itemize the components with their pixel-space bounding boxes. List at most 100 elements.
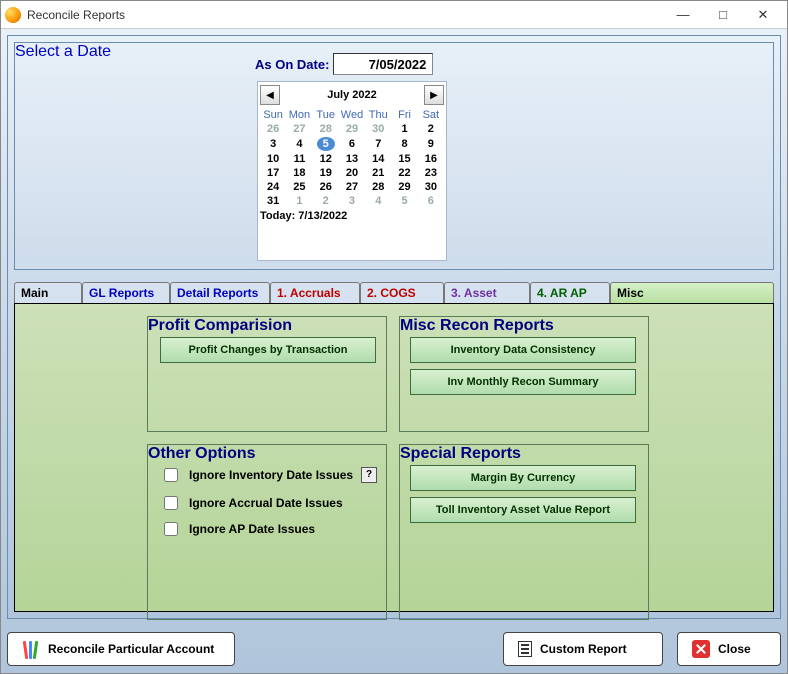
calendar-day[interactable]: 23 <box>418 166 444 180</box>
app-icon <box>5 7 21 23</box>
calendar-day[interactable]: 27 <box>286 122 312 136</box>
report-icon <box>518 641 532 657</box>
bottom-bar: Reconcile Particular Account Custom Repo… <box>7 631 781 667</box>
tab-misc[interactable]: Misc <box>610 282 774 303</box>
calendar-day[interactable]: 30 <box>365 122 391 136</box>
calendar-day[interactable]: 26 <box>260 122 286 136</box>
other-options-legend: Other Options <box>148 445 256 462</box>
calendar-day[interactable]: 25 <box>286 180 312 194</box>
other-options-group: Other Options Ignore Inventory Date Issu… <box>147 444 387 620</box>
calendar-grid: SunMonTueWedThuFriSat 262728293012345678… <box>260 108 444 208</box>
profit-comparison-group: Profit Comparision Profit Changes by Tra… <box>147 316 387 432</box>
calendar-day[interactable]: 27 <box>339 180 365 194</box>
calendar-day[interactable]: 31 <box>260 194 286 208</box>
as-on-date-label: As On Date: <box>255 57 329 72</box>
custom-report-button[interactable]: Custom Report <box>503 632 663 666</box>
calendar-prev-button[interactable]: ◀ <box>260 85 280 105</box>
app-window: Reconcile Reports — □ ✕ Select a Date As… <box>0 0 788 674</box>
margin-by-currency-button[interactable]: Margin By Currency <box>410 465 636 491</box>
tab-detail-reports[interactable]: Detail Reports <box>170 282 270 303</box>
calendar-day[interactable]: 2 <box>313 194 339 208</box>
calendar-day[interactable]: 15 <box>391 152 417 166</box>
calendar-day[interactable]: 29 <box>339 122 365 136</box>
calendar-next-button[interactable]: ▶ <box>424 85 444 105</box>
calendar-day[interactable]: 9 <box>418 136 444 152</box>
calendar-day[interactable]: 7 <box>365 136 391 152</box>
special-reports-legend: Special Reports <box>400 445 521 462</box>
tab-main[interactable]: Main <box>14 282 82 303</box>
client-area: Select a Date As On Date: ◀ July 2022 ▶ … <box>1 29 787 673</box>
calendar-day[interactable]: 5 <box>391 194 417 208</box>
calendar-day[interactable]: 19 <box>313 166 339 180</box>
calendar-day-header: Thu <box>365 108 391 122</box>
inv-monthly-recon-button[interactable]: Inv Monthly Recon Summary <box>410 369 636 395</box>
pencils-icon <box>22 639 40 659</box>
calendar-day[interactable]: 11 <box>286 152 312 166</box>
window-title: Reconcile Reports <box>27 8 663 22</box>
select-date-legend: Select a Date <box>15 43 111 60</box>
close-button[interactable]: Close <box>677 632 781 666</box>
close-window-button[interactable]: ✕ <box>743 3 783 27</box>
misc-recon-group: Misc Recon Reports Inventory Data Consis… <box>399 316 649 432</box>
special-reports-group: Special Reports Margin By Currency Toll … <box>399 444 649 620</box>
tab-cogs[interactable]: 2. COGS <box>360 282 444 303</box>
ignore-accrual-date-checkbox[interactable] <box>164 496 178 510</box>
ignore-ap-date-checkbox[interactable] <box>164 522 178 536</box>
inventory-consistency-button[interactable]: Inventory Data Consistency <box>410 337 636 363</box>
calendar-day[interactable]: 6 <box>418 194 444 208</box>
calendar-day[interactable]: 12 <box>313 152 339 166</box>
calendar-day[interactable]: 18 <box>286 166 312 180</box>
calendar-day[interactable]: 1 <box>391 122 417 136</box>
ignore-accrual-date-label: Ignore Accrual Date Issues <box>189 496 343 510</box>
profit-comparison-legend: Profit Comparision <box>148 317 292 334</box>
calendar: ◀ July 2022 ▶ SunMonTueWedThuFriSat 2627… <box>257 81 447 261</box>
titlebar: Reconcile Reports — □ ✕ <box>1 1 787 29</box>
minimize-button[interactable]: — <box>663 3 703 27</box>
calendar-day[interactable]: 8 <box>391 136 417 152</box>
calendar-day[interactable]: 1 <box>286 194 312 208</box>
calendar-day[interactable]: 16 <box>418 152 444 166</box>
calendar-day[interactable]: 13 <box>339 152 365 166</box>
calendar-day[interactable]: 6 <box>339 136 365 152</box>
tab-asset[interactable]: 3. Asset <box>444 282 530 303</box>
calendar-day[interactable]: 2 <box>418 122 444 136</box>
ignore-inventory-date-label: Ignore Inventory Date Issues <box>189 468 353 482</box>
calendar-day[interactable]: 28 <box>365 180 391 194</box>
misc-recon-legend: Misc Recon Reports <box>400 317 554 334</box>
calendar-day[interactable]: 4 <box>286 136 312 152</box>
tab-accruals[interactable]: 1. Accruals <box>270 282 360 303</box>
calendar-today-label[interactable]: Today: 7/13/2022 <box>260 208 444 222</box>
calendar-day[interactable]: 26 <box>313 180 339 194</box>
calendar-day[interactable]: 5 <box>313 136 339 152</box>
maximize-button[interactable]: □ <box>703 3 743 27</box>
tab-gl-reports[interactable]: GL Reports <box>82 282 170 303</box>
calendar-day[interactable]: 28 <box>313 122 339 136</box>
tab-ar-ap[interactable]: 4. AR AP <box>530 282 610 303</box>
reconcile-account-button[interactable]: Reconcile Particular Account <box>7 632 235 666</box>
calendar-day[interactable]: 30 <box>418 180 444 194</box>
calendar-day[interactable]: 10 <box>260 152 286 166</box>
custom-report-label: Custom Report <box>540 642 627 656</box>
calendar-day[interactable]: 29 <box>391 180 417 194</box>
reconcile-account-label: Reconcile Particular Account <box>48 642 214 656</box>
select-date-fieldset: Select a Date As On Date: ◀ July 2022 ▶ … <box>14 42 774 270</box>
calendar-day[interactable]: 24 <box>260 180 286 194</box>
close-label: Close <box>718 642 751 656</box>
calendar-day-header: Sun <box>260 108 286 122</box>
profit-changes-button[interactable]: Profit Changes by Transaction <box>160 337 376 363</box>
calendar-month-label: July 2022 <box>327 89 377 101</box>
calendar-day[interactable]: 21 <box>365 166 391 180</box>
close-icon <box>692 640 710 658</box>
tab-body-misc: Profit Comparision Profit Changes by Tra… <box>14 304 774 612</box>
ignore-inventory-date-checkbox[interactable] <box>164 468 178 482</box>
calendar-day[interactable]: 22 <box>391 166 417 180</box>
as-on-date-input[interactable] <box>333 53 433 75</box>
ignore-inventory-help-button[interactable]: ? <box>361 467 377 483</box>
calendar-day[interactable]: 14 <box>365 152 391 166</box>
calendar-day[interactable]: 20 <box>339 166 365 180</box>
calendar-day[interactable]: 3 <box>260 136 286 152</box>
toll-inventory-button[interactable]: Toll Inventory Asset Value Report <box>410 497 636 523</box>
calendar-day[interactable]: 4 <box>365 194 391 208</box>
calendar-day[interactable]: 17 <box>260 166 286 180</box>
calendar-day[interactable]: 3 <box>339 194 365 208</box>
